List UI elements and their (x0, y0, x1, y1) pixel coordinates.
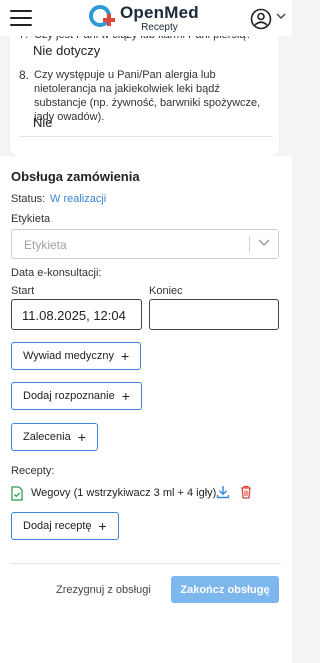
answer-8: Nie (33, 115, 53, 130)
end-label: Koniec (149, 285, 183, 297)
plus-icon: + (77, 429, 86, 445)
answer-7: Nie dotyczy (33, 43, 101, 58)
start-date-value: 11.08.2025, 12:04 (22, 308, 126, 323)
app-header: OpenMed Recepty (0, 0, 292, 36)
trash-icon[interactable] (240, 485, 252, 499)
recipe-name[interactable]: Wegovy (1 wstrzykiwacz 3 ml + 4 igły) (31, 487, 216, 499)
recommendations-button[interactable]: Zalecenia + (11, 423, 98, 451)
download-icon[interactable] (216, 485, 230, 499)
plus-icon: + (121, 388, 130, 404)
tag-placeholder: Etykieta (24, 238, 67, 252)
logo: OpenMed Recepty (88, 4, 199, 33)
status-label: Status: (11, 193, 46, 205)
questionnaire-card: 7. Czy jest Pani w ciąży lub karmi Pani … (10, 18, 279, 156)
resign-button[interactable]: Zrezygnuj z obsługi (50, 577, 157, 603)
tag-label: Etykieta (11, 213, 51, 225)
start-label: Start (11, 285, 35, 297)
chevron-down-icon[interactable] (258, 239, 270, 246)
select-separator (249, 236, 250, 253)
menu-icon[interactable] (10, 10, 32, 26)
tag-select[interactable]: Etykieta (11, 229, 279, 259)
recipes-label: Recepty: (11, 465, 55, 477)
order-handling-section: Obsługa zamówienia Status: W realizacji … (0, 156, 292, 663)
add-diagnosis-button[interactable]: Dodaj rozpoznanie + (11, 382, 142, 410)
brand-subtitle: Recepty (141, 22, 178, 33)
brand-name: OpenMed (120, 3, 199, 22)
status-value[interactable]: W realizacji (50, 193, 106, 205)
start-date-input[interactable]: 11.08.2025, 12:04 (11, 299, 142, 330)
recipe-item: Wegovy (1 wstrzykiwacz 3 ml + 4 igły) (11, 485, 279, 503)
medical-interview-button[interactable]: Wywiad medyczny + (11, 342, 142, 370)
end-date-input[interactable] (149, 299, 279, 330)
divider (11, 563, 281, 564)
openmed-logo-icon (89, 5, 115, 27)
plus-icon: + (120, 348, 130, 364)
divider (19, 136, 273, 137)
question-8: 8. Czy występuje u Pani/Pan alergia lub … (19, 68, 261, 123)
date-label: Data e-konsultacji: (11, 267, 102, 279)
finish-button[interactable]: Zakończ obsługę (171, 576, 279, 603)
account-icon[interactable] (250, 8, 272, 30)
add-recipe-button[interactable]: Dodaj receptę + (11, 512, 119, 540)
document-icon (11, 486, 23, 501)
section-title: Obsługa zamówienia (11, 169, 140, 184)
chevron-down-icon[interactable] (276, 13, 286, 19)
plus-icon: + (98, 518, 107, 534)
